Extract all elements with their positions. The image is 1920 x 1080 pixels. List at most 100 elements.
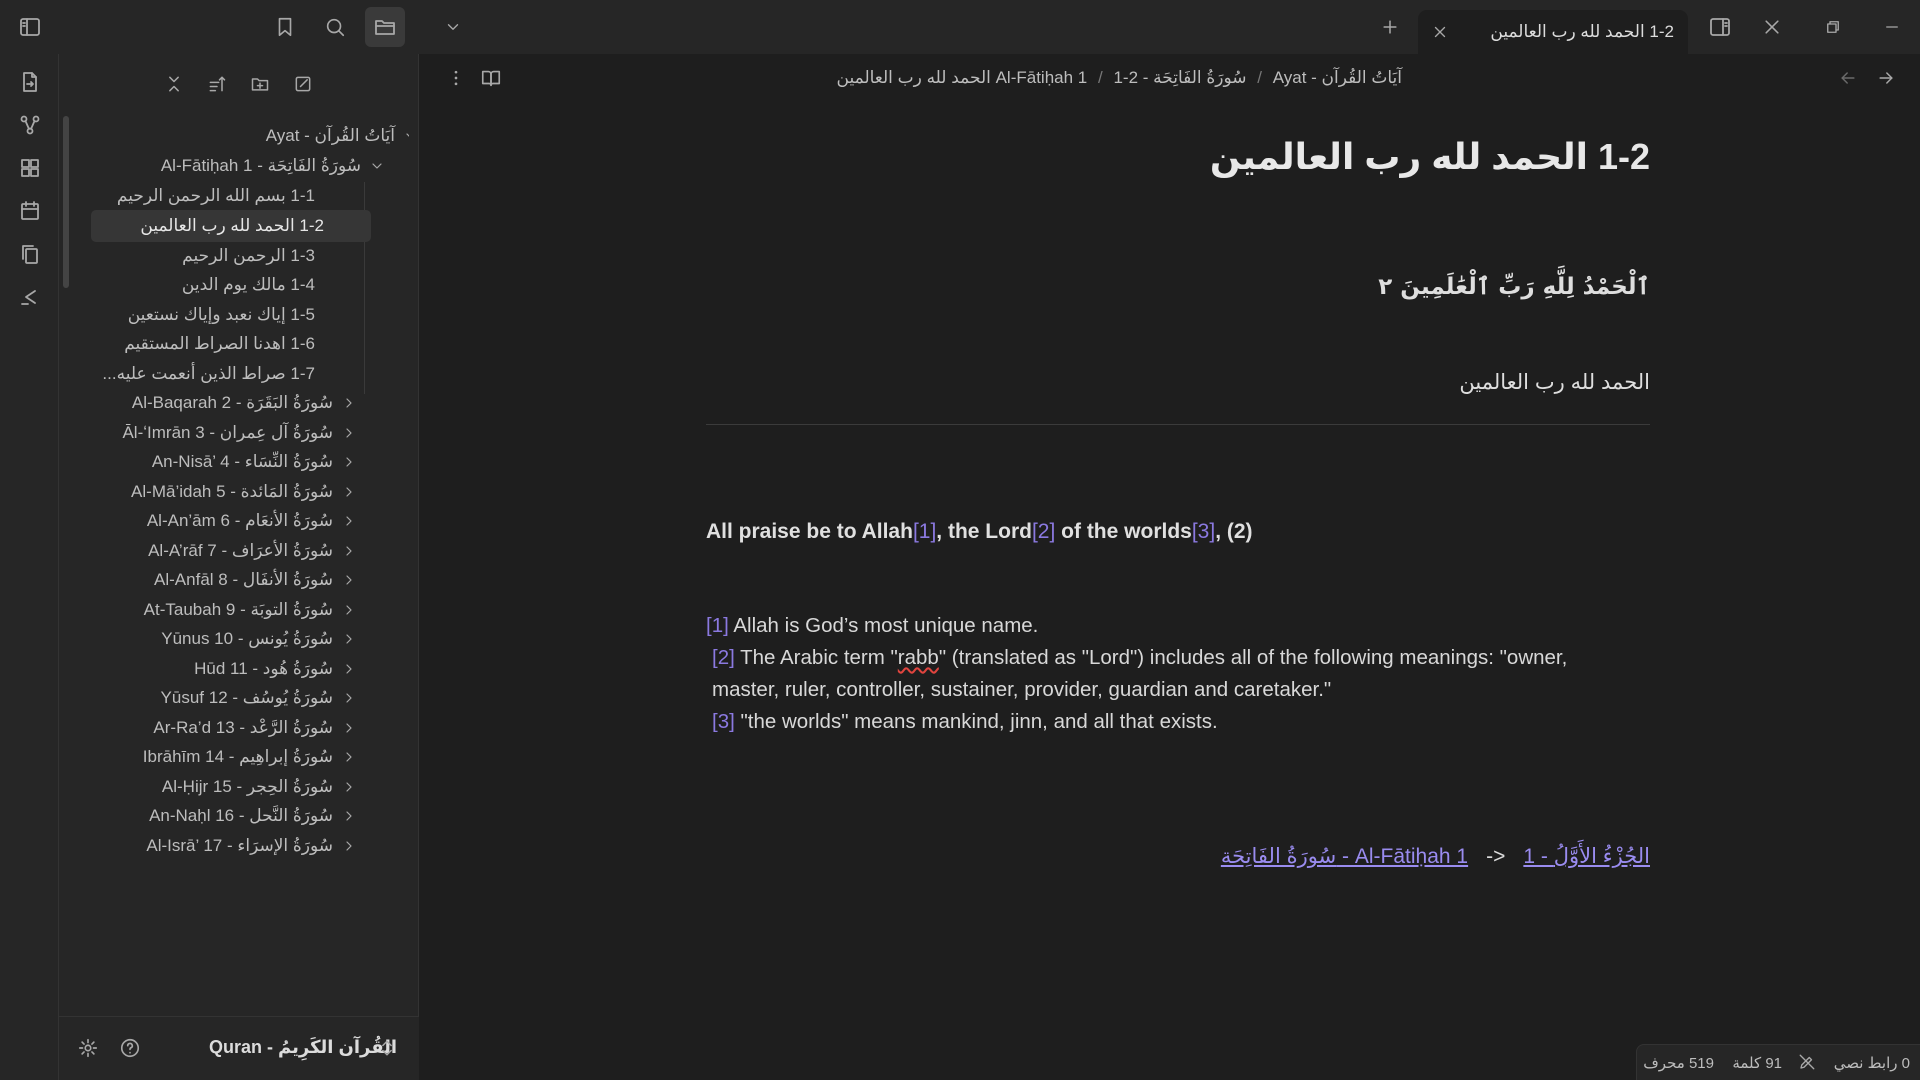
command-palette-button[interactable] (10, 277, 50, 317)
change-sort-order-button[interactable] (199, 66, 235, 102)
footnote-2: [2] The Arabic term "rabb" (translated a… (706, 642, 1567, 674)
folder-surah[interactable]: سُورَةُ النِّسَاء - An-Nisā’ 4 (152, 446, 352, 478)
footnote-number[interactable]: [2] (712, 646, 735, 669)
footnote-number[interactable]: [1] (706, 614, 729, 637)
juz-link[interactable]: 1 - الجُزْءُ الأَوَّلُ (1523, 845, 1650, 868)
settings-button[interactable] (77, 1037, 99, 1059)
minimize-icon (1886, 26, 1898, 28)
new-note-button[interactable] (285, 66, 321, 102)
editor-pane: آيَاتُ القُرآن - Ayat / سُورَةُ الفَاتِح… (420, 54, 1920, 1080)
daily-note-button[interactable] (10, 191, 50, 231)
breadcrumb-separator: / (1257, 68, 1262, 87)
footnote-ref-1[interactable]: [1] (913, 520, 936, 543)
new-folder-button[interactable] (242, 66, 278, 102)
folder-surah[interactable]: سُورَةُ الأعرَاف - Al-A’rāf 7 (148, 535, 352, 567)
bookmarks-button[interactable] (265, 7, 305, 47)
folder-surah[interactable]: سُورَةُ هُود - Hūd 11 (194, 653, 352, 685)
folder-surah[interactable]: سُورَةُ الأنفَال - Al-Anfāl 8 (154, 564, 352, 596)
close-icon (1434, 26, 1446, 38)
folder-surah[interactable]: سُورَةُ الرَّعْد - Ar-Ra’d 13 (153, 712, 352, 744)
reading-view-button[interactable] (480, 67, 502, 89)
folder-ayat[interactable]: آيَاتُ القُرآن - Ayat (266, 120, 409, 152)
folder-surah[interactable]: سُورَةُ إبراهِيم - Ibrāhīm 14 (143, 741, 352, 773)
book-open-icon (481, 70, 501, 87)
terminal-icon (21, 290, 36, 305)
active-tab[interactable]: 1-2 الحمد لله رب العالمين (1418, 10, 1688, 54)
window-minimize-button[interactable] (1872, 7, 1912, 47)
file-verse[interactable]: 1-5 إياك نعبد وإياك نستعين (128, 299, 315, 331)
navigate-forward-button[interactable] (1876, 68, 1896, 88)
breadcrumb: آيَاتُ القُرآن - Ayat / سُورَةُ الفَاتِح… (837, 68, 1402, 88)
chevron-right-icon (346, 782, 352, 792)
edit-mode-toggle[interactable] (1798, 1053, 1816, 1071)
templates-button[interactable] (10, 234, 50, 274)
chevron-right-icon (346, 398, 352, 408)
folder-surah[interactable]: سُورَةُ يُوسُف - Yūsuf 12 (161, 682, 352, 714)
more-options-button[interactable] (446, 68, 466, 88)
window-close-button[interactable] (1752, 7, 1792, 47)
sidebar-views-dropdown[interactable] (433, 7, 473, 47)
folder-surah[interactable]: سُورَةُ آل عِمران - Āl-ʻImrān 3 (122, 417, 352, 449)
vault-name[interactable]: القُرآن الكَرِيمُ - Quran (209, 1037, 397, 1058)
breadcrumb-separator: / (1097, 68, 1103, 87)
toggle-left-sidebar-button[interactable] (10, 7, 50, 47)
arrow-right-icon (1879, 72, 1893, 84)
open-quick-switcher-button[interactable] (10, 62, 50, 102)
file-label: 1-2 الحمد لله رب العالمين (140, 216, 324, 235)
backlinks-count[interactable]: 0 رابط نصي (1834, 1054, 1910, 1072)
file-verse[interactable]: 1-6 اهدنا الصراط المستقيم (124, 328, 315, 360)
file-verse[interactable]: 1-7 صراط الذين أنعمت عليه... (102, 358, 315, 390)
folder-surah[interactable]: سُورَةُ الأنعَام - Al-An’ām 6 (146, 505, 352, 537)
file-explorer-button[interactable] (365, 7, 405, 47)
footnote-2-continued: master, ruler, controller, sustainer, pr… (712, 678, 1332, 701)
folder-surah[interactable]: سُورَةُ الحِجر - Al-Ḥijr 15 (161, 771, 352, 803)
misspelled-word[interactable]: rabb (898, 646, 939, 669)
file-label: 1-7 صراط الذين أنعمت عليه... (102, 364, 315, 383)
file-verse[interactable]: 1-4 مالك يوم الدين (182, 269, 315, 301)
footnote-ref-2[interactable]: [2] (1032, 520, 1055, 543)
folder-label: سُورَةُ النَّحل - An-Naḥl 16 (149, 806, 333, 825)
new-tab-button[interactable] (1370, 7, 1410, 47)
folder-surah[interactable]: سُورَةُ النَّحل - An-Naḥl 16 (149, 800, 352, 832)
folder-surah[interactable]: سُورَةُ يُونس - Yūnus 10 (161, 623, 352, 655)
view-header: آيَاتُ القُرآن - Ayat / سُورَةُ الفَاتِح… (420, 54, 1920, 104)
surah-link[interactable]: سُورَةُ الفَاتِحَة - Al-Fātiḥah 1 (1221, 845, 1468, 868)
file-verse[interactable]: 1-1 بسم الله الرحمن الرحيم (117, 180, 315, 212)
vault-switch-button[interactable] (377, 1038, 397, 1058)
folder-al-fatihah[interactable]: سُورَةُ الفَاتِحَة - Al-Fātiḥah 1 (161, 150, 382, 182)
folder-surah[interactable]: سُورَةُ الإسرَاء - Al-Isrā’ 17 (146, 830, 352, 862)
navigation-links: سُورَةُ الفَاتِحَة - Al-Fātiḥah 1 -> 1 - ا… (1221, 844, 1650, 869)
chevrons-up-down-icon (382, 1040, 392, 1056)
navigate-back-button[interactable] (1838, 68, 1858, 88)
chevron-right-icon (346, 605, 352, 615)
collapse-all-button[interactable] (156, 66, 192, 102)
chevron-down-icon (406, 133, 409, 137)
folder-label: سُورَةُ الحِجر - Al-Ḥijr 15 (161, 777, 333, 796)
file-label: 1-1 بسم الله الرحمن الرحيم (116, 186, 315, 205)
file-label: 1-3 الرحمن الرحيم (182, 246, 315, 265)
canvas-button[interactable] (10, 148, 50, 188)
graph-view-button[interactable] (10, 105, 50, 145)
gear-icon (78, 1038, 98, 1058)
pencil-off-icon (1799, 1054, 1815, 1070)
footnote-ref-3[interactable]: [3] (1192, 520, 1215, 543)
help-button[interactable] (119, 1037, 141, 1059)
folder-surah[interactable]: سُورَةُ التوبَة - At-Taubah 9 (144, 594, 352, 626)
footnote-1: [1] Allah is God’s most unique name. (706, 610, 1567, 642)
arabic-plain-text: الحمد لله رب العالمين (1459, 371, 1650, 394)
folder-label: سُورَةُ هُود - Hūd 11 (194, 659, 333, 678)
toggle-right-sidebar-button[interactable] (1700, 7, 1740, 47)
breadcrumb-item[interactable]: آيَاتُ القُرآن - Ayat (1273, 68, 1402, 87)
footnote-number[interactable]: [3] (712, 710, 735, 733)
folder-surah[interactable]: سُورَةُ المَائدة - Al-Mā’idah 5 (131, 476, 352, 508)
folder-surah[interactable]: سُورَةُ البَقَرَة - Al-Baqarah 2 (132, 387, 352, 419)
sidebar-scrollbar[interactable] (63, 116, 69, 288)
breadcrumb-current: 1-2 الحمد لله رب العالمين (836, 68, 1139, 87)
file-verse[interactable]: 1-3 الرحمن الرحيم (182, 240, 315, 272)
window-restore-button[interactable] (1813, 7, 1853, 47)
file-verse-active[interactable]: 1-2 الحمد لله رب العالمين (91, 210, 371, 242)
tab-close-button[interactable] (1424, 16, 1456, 48)
folder-label: سُورَةُ الأنعَام - Al-An’ām 6 (146, 511, 333, 530)
search-button[interactable] (315, 7, 355, 47)
chevron-right-icon (346, 575, 352, 585)
